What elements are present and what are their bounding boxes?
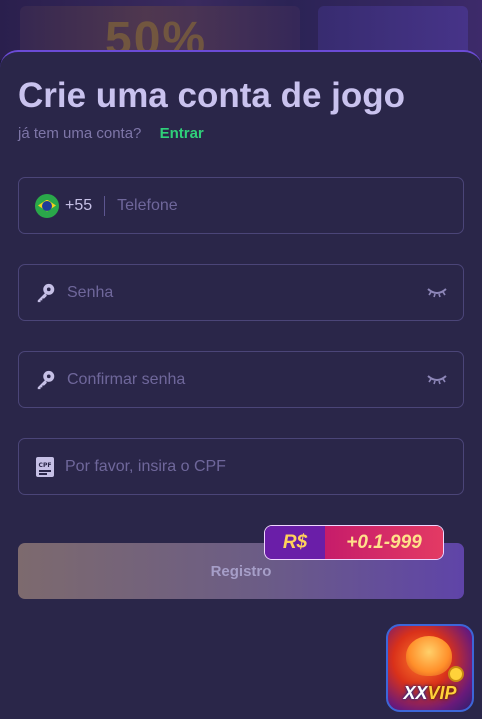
cpf-card-icon: CPF	[36, 456, 54, 477]
bonus-currency: R$	[265, 526, 325, 559]
phone-field[interactable]: +55 Telefone	[18, 177, 464, 234]
svg-text:CPF: CPF	[39, 462, 52, 469]
confirm-password-field[interactable]: Confirmar senha	[18, 351, 464, 408]
eye-closed-icon[interactable]	[427, 285, 447, 299]
cpf-input[interactable]: Por favor, insira o CPF	[65, 458, 226, 476]
password-input[interactable]: Senha	[67, 284, 113, 302]
bonus-amount: +0.1-999	[325, 526, 443, 559]
page-title: Crie uma conta de jogo	[18, 76, 405, 115]
phone-input[interactable]: Telefone	[117, 197, 178, 215]
login-link[interactable]: Entrar	[160, 125, 204, 142]
vip-prefix: XX	[403, 683, 428, 703]
field-divider	[104, 195, 106, 216]
confirm-password-input[interactable]: Confirmar senha	[67, 371, 185, 389]
brazil-flag-icon	[35, 193, 59, 218]
coin-icon	[448, 666, 464, 682]
register-sheet: Crie uma conta de jogo já tem uma conta?…	[0, 50, 482, 719]
login-prompt: já tem uma conta? Entrar	[18, 125, 204, 142]
eye-closed-icon[interactable]	[427, 372, 447, 386]
key-icon	[37, 370, 55, 389]
vip-floating-button[interactable]: XXVIP	[386, 624, 474, 712]
password-field[interactable]: Senha	[18, 264, 464, 321]
have-account-text: já tem uma conta?	[18, 125, 142, 142]
cpf-field[interactable]: CPF Por favor, insira o CPF	[18, 438, 464, 495]
vip-suffix: VIP	[427, 683, 457, 703]
key-icon	[37, 283, 55, 302]
country-code[interactable]: +55	[65, 197, 92, 215]
vip-label: XXVIP	[388, 683, 472, 704]
bonus-badge: R$ +0.1-999	[264, 525, 444, 560]
fish-mascot-icon	[406, 636, 452, 676]
